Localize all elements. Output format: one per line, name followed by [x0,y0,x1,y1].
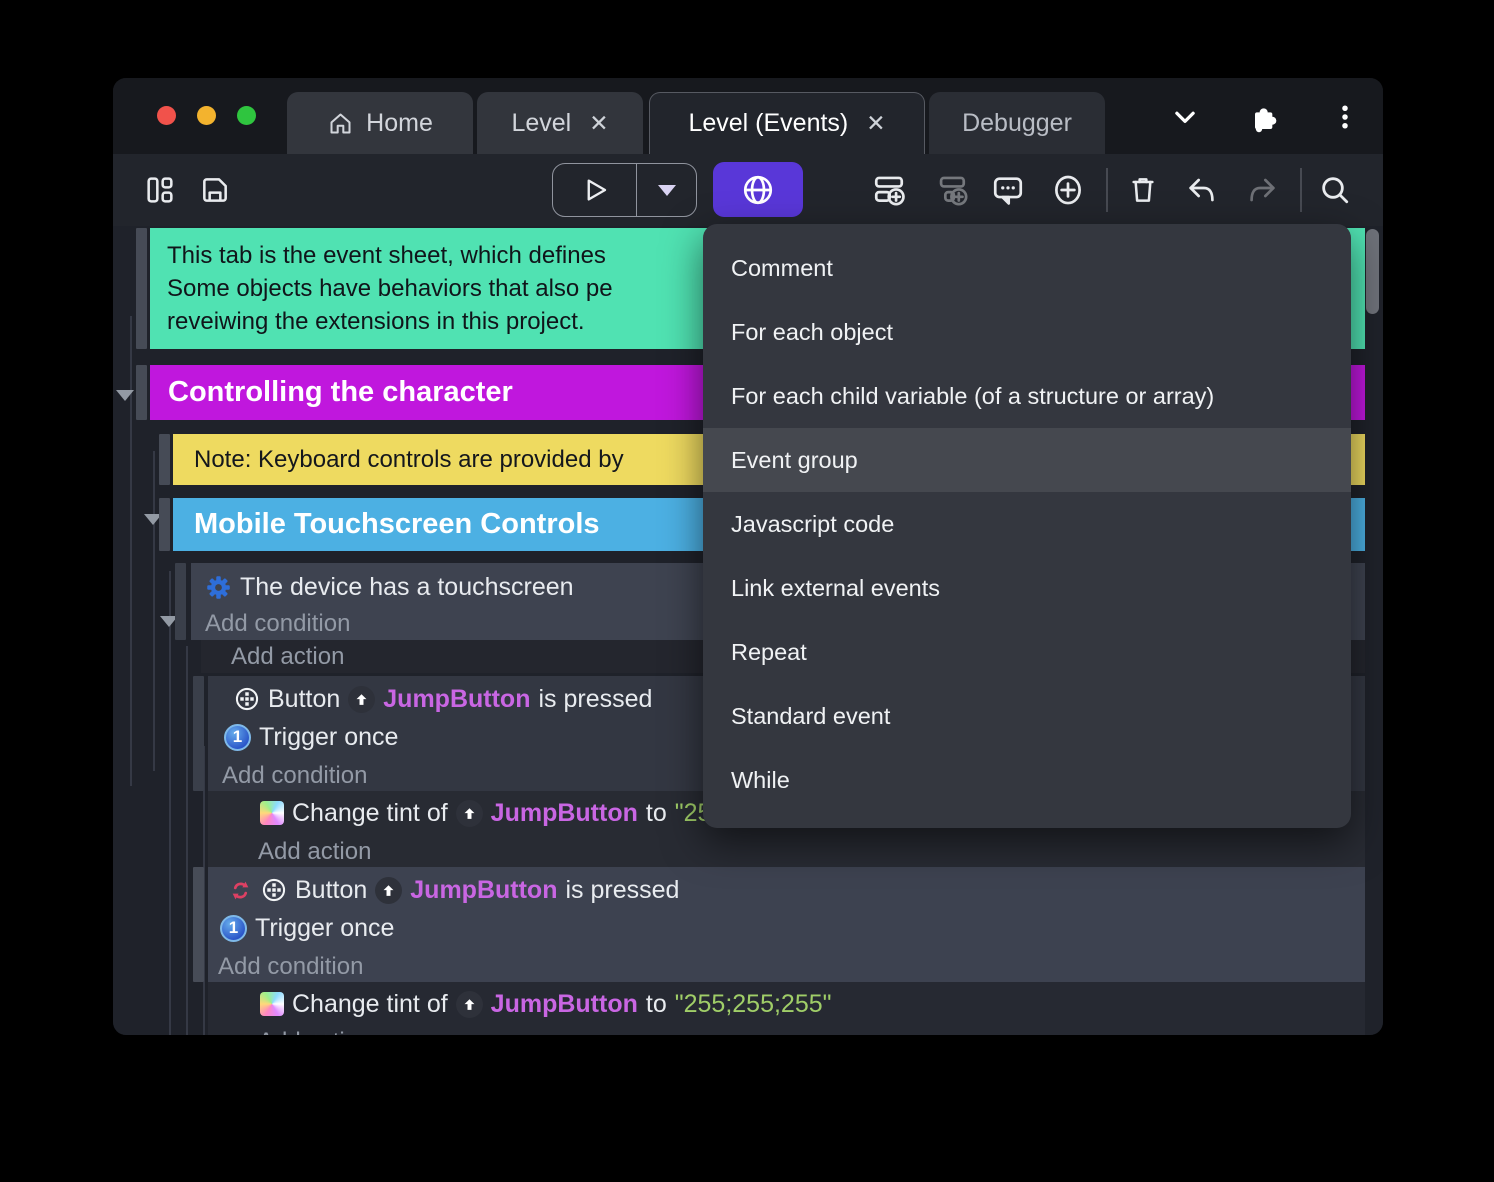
toolbar-divider [1106,168,1108,212]
close-icon[interactable]: ✕ [589,110,608,137]
action-text: Change tint of [292,798,448,827]
action-text: to [645,798,667,827]
object-name: JumpButton [490,989,638,1018]
drag-handle[interactable] [193,676,204,791]
menu-item-standard-event[interactable]: Standard event [703,684,1351,748]
add-circle-icon[interactable] [1051,173,1085,207]
globe-icon [741,173,775,207]
window-close-button[interactable] [157,106,176,125]
condition-row[interactable]: Button JumpButton is pressed [208,871,1365,909]
jumpbutton-object-icon [455,990,483,1018]
home-icon [327,110,354,137]
condition-text: The device has a touchscreen [240,572,574,601]
context-menu: Comment For each object For each child var… [703,224,1351,828]
vertical-scrollbar-thumb[interactable] [1366,229,1379,314]
add-action-link[interactable]: Add action [208,838,1365,866]
drag-handle[interactable] [193,867,204,982]
jumpbutton-object-icon [455,799,483,827]
more-options-kebab-icon[interactable] [1328,100,1362,134]
action-change-tint-2[interactable]: Change tint of JumpButton to "255;255;25… [208,982,1365,1035]
action-value: "255;255;255" [674,989,832,1018]
condition-text: Button [295,875,368,904]
drag-handle[interactable] [136,228,147,349]
network-preview-button[interactable] [713,162,803,217]
trigger-once-icon: 1 [224,723,251,751]
object-name: JumpButton [490,798,638,827]
swap-arrows-icon [228,878,253,903]
add-event-icon[interactable] [872,173,906,207]
play-options-button[interactable] [637,164,696,216]
tab-label: Debugger [962,108,1072,137]
toolbar [113,154,1383,226]
add-comment-icon[interactable] [991,173,1025,207]
menu-item-comment[interactable]: Comment [703,236,1351,300]
tree-line [130,316,132,786]
save-icon[interactable] [198,173,232,207]
condition-text: Trigger once [259,722,399,751]
action-row[interactable]: Change tint of JumpButton to "255;255;25… [208,985,1365,1023]
event-jumpbutton-pressed-2[interactable]: Button JumpButton is pressed 1 Trigger o… [208,867,1365,982]
tab-home[interactable]: Home [287,92,473,154]
tab-label: Level (Events) [688,109,849,137]
condition-text: Button [268,684,341,713]
tree-line [186,646,188,1035]
button-dpad-icon [261,877,287,903]
drag-handle[interactable] [136,365,147,420]
tree-line [169,571,171,1035]
drag-handle[interactable] [159,498,170,551]
menu-item-link-external-events[interactable]: Link external events [703,556,1351,620]
menu-item-for-each-object[interactable]: For each object [703,300,1351,364]
action-text: Change tint of [292,989,448,1018]
extensions-puzzle-icon[interactable] [1246,100,1280,134]
close-icon[interactable]: ✕ [866,110,885,137]
undo-icon[interactable] [1185,173,1219,207]
caret-down-icon [657,184,676,196]
menu-item-event-group[interactable]: Event group [703,428,1351,492]
menu-item-javascript-code[interactable]: Javascript code [703,492,1351,556]
menu-item-for-each-child-variable-of-a-structure-or-array-[interactable]: For each child variable (of a structure … [703,364,1351,428]
tab-label: Level [511,108,572,137]
drag-handle[interactable] [175,563,186,640]
tab-level[interactable]: Level ✕ [477,92,643,154]
play-button[interactable] [553,164,637,216]
condition-text: Trigger once [255,913,395,942]
tint-palette-icon [260,992,284,1016]
menu-item-while[interactable]: While [703,748,1351,812]
tree-line [153,451,155,771]
add-action-link[interactable]: Add action [208,1028,1365,1035]
redo-icon[interactable] [1245,173,1279,207]
search-icon[interactable] [1318,173,1352,207]
delete-icon[interactable] [1126,173,1160,207]
condition-text: is pressed [565,875,680,904]
button-dpad-icon [234,686,260,712]
gear-icon [205,574,232,601]
tab-bar: Home Level ✕ Level (Events) ✕ Debugger [113,78,1383,154]
drag-handle[interactable] [159,434,170,485]
add-condition-link[interactable]: Add condition [208,953,1365,981]
project-manager-icon[interactable] [143,173,177,207]
jumpbutton-object-icon [375,876,403,904]
menu-item-repeat[interactable]: Repeat [703,620,1351,684]
collapse-toggle-icon[interactable] [116,390,134,401]
object-name: JumpButton [410,875,558,904]
preview-button-group [552,163,697,217]
tint-palette-icon [260,801,284,825]
window-maximize-button[interactable] [237,106,256,125]
action-text: to [645,989,667,1018]
toolbar-divider [1300,168,1302,212]
window-minimize-button[interactable] [197,106,216,125]
tabs-overflow-chevron-down-icon[interactable] [1168,100,1202,134]
tab-debugger[interactable]: Debugger [929,92,1105,154]
tab-level-events[interactable]: Level (Events) ✕ [649,92,925,154]
condition-text: is pressed [538,684,653,713]
trigger-once-icon: 1 [220,914,247,942]
tab-label: Home [366,108,433,137]
jumpbutton-object-icon [348,685,376,713]
object-name: JumpButton [383,684,531,713]
add-subevent-icon[interactable] [934,173,968,207]
desktop-background: Home Level ✕ Level (Events) ✕ Debugger T… [0,0,1494,1182]
condition-row[interactable]: 1 Trigger once [208,909,1365,947]
